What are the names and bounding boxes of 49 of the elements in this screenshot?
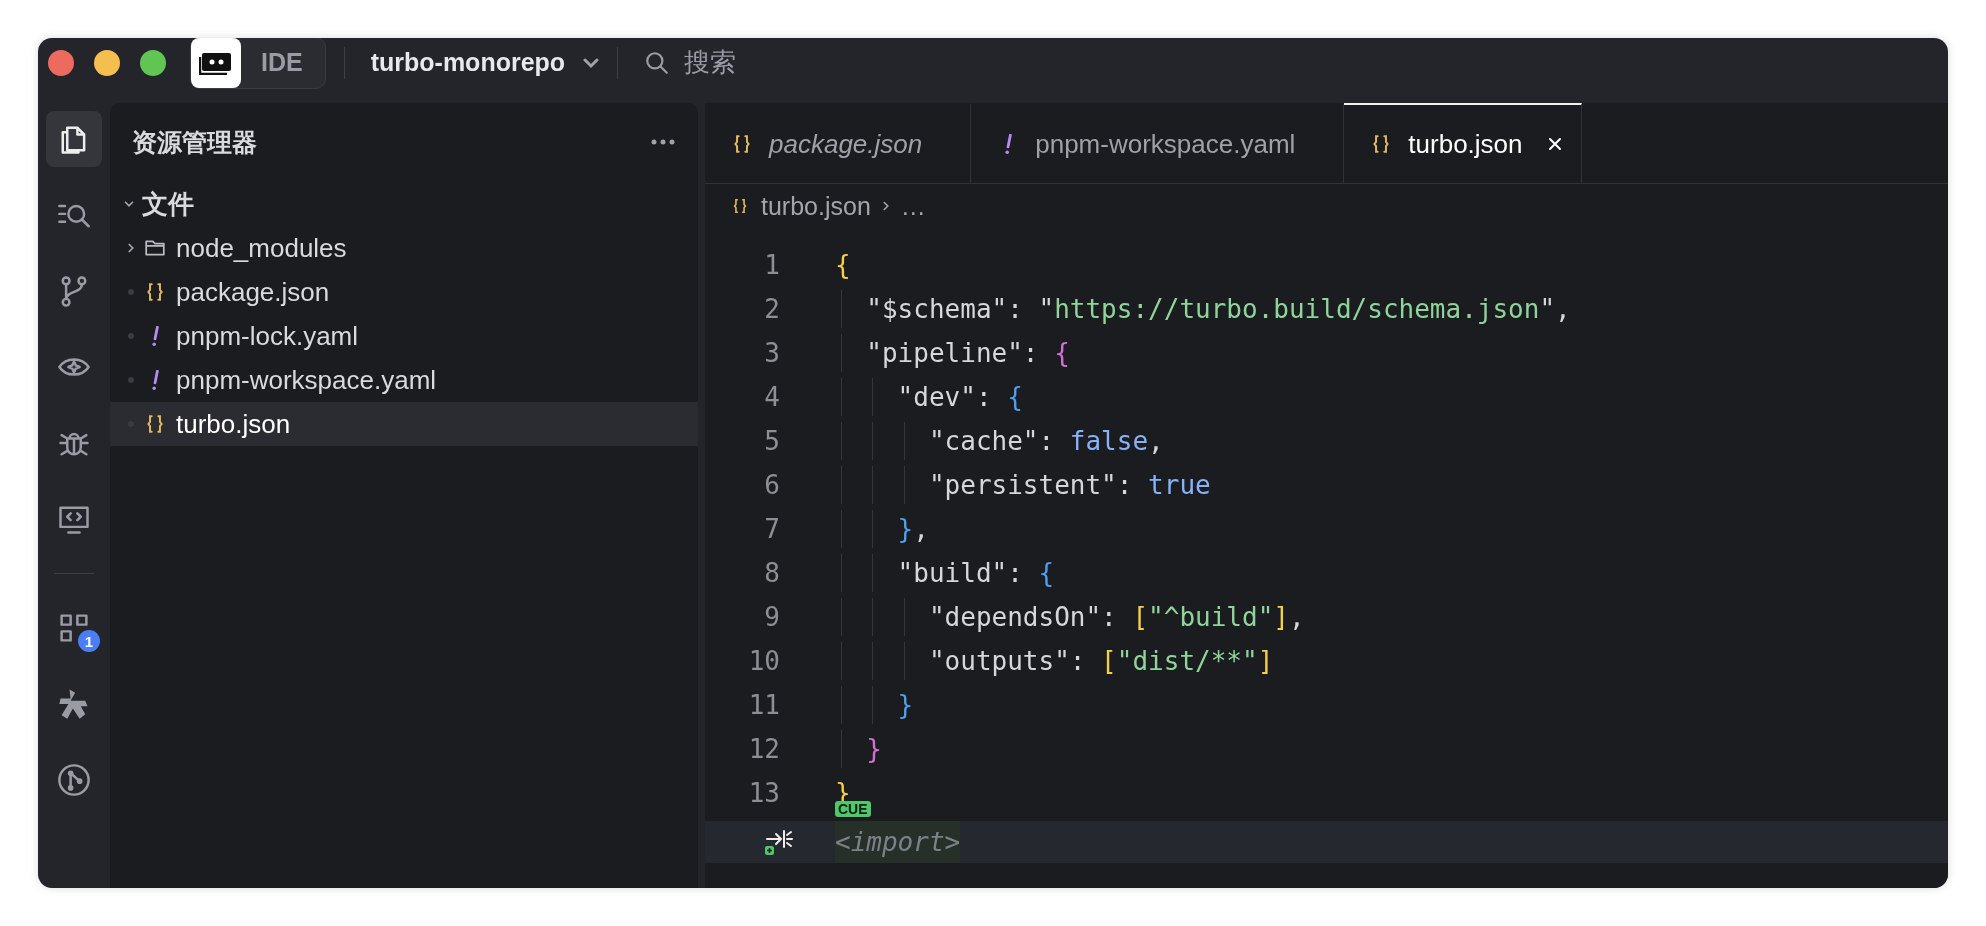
- editor-tab[interactable]: package.json: [705, 103, 972, 183]
- line-number: 5: [763, 426, 780, 456]
- line-number: 2: [763, 294, 780, 324]
- braces-icon: [731, 197, 749, 215]
- line-number: 3: [763, 338, 780, 368]
- insert-icon[interactable]: [763, 827, 793, 857]
- exclamation-icon: [151, 370, 159, 390]
- file-row[interactable]: package.json: [110, 270, 698, 314]
- activity-button[interactable]: [46, 111, 102, 167]
- close-icon[interactable]: [1546, 136, 1563, 152]
- section-label[interactable]: 文件: [142, 186, 194, 222]
- panel-title: 资源管理器: [132, 126, 257, 158]
- line-number: 13: [747, 778, 780, 808]
- search-icon: [644, 49, 671, 76]
- exclamation-icon: [151, 326, 159, 346]
- breadcrumb-item[interactable]: …: [900, 191, 926, 221]
- search-field[interactable]: 搜索: [682, 46, 807, 79]
- file-name: package.json: [176, 276, 330, 308]
- activity-button[interactable]: 1: [46, 600, 102, 656]
- file-row[interactable]: pnpm-lock.yaml: [110, 314, 698, 358]
- window-control[interactable]: [140, 49, 166, 76]
- line-number: 7: [763, 514, 780, 544]
- logo-icon: [191, 38, 241, 88]
- line-number: 6: [763, 470, 780, 500]
- file-name: node_modules: [176, 232, 347, 264]
- file-name: turbo.json: [176, 408, 291, 440]
- line-number: 12: [747, 734, 780, 764]
- app-switcher[interactable]: IDE: [190, 38, 326, 89]
- window-control[interactable]: [94, 49, 120, 76]
- file-name: pnpm-lock.yaml: [176, 320, 359, 352]
- line-number: 10: [747, 646, 780, 676]
- line-number: 4: [763, 382, 780, 412]
- more-icon[interactable]: [650, 138, 676, 146]
- file-row[interactable]: turbo.json: [110, 402, 698, 446]
- line-number: 8: [763, 558, 780, 588]
- editor-tab[interactable]: turbo.json: [1344, 103, 1582, 183]
- line-number: 1: [763, 250, 780, 280]
- project-dropdown[interactable]: turbo-monorepo: [370, 48, 600, 77]
- line-number: 11: [747, 690, 780, 720]
- code-line: {: [835, 250, 851, 280]
- file-name: pnpm-workspace.yaml: [176, 364, 437, 396]
- breadcrumb-item[interactable]: turbo.json: [761, 191, 871, 221]
- file-row[interactable]: node_modules: [110, 226, 698, 270]
- window-control[interactable]: [48, 49, 74, 76]
- branch-circle-icon: [56, 762, 92, 798]
- exclamation-icon: [1004, 134, 1013, 154]
- file-row[interactable]: pnpm-workspace.yaml: [110, 358, 698, 402]
- count-badge: 1: [78, 630, 100, 652]
- line-number: 9: [763, 602, 780, 632]
